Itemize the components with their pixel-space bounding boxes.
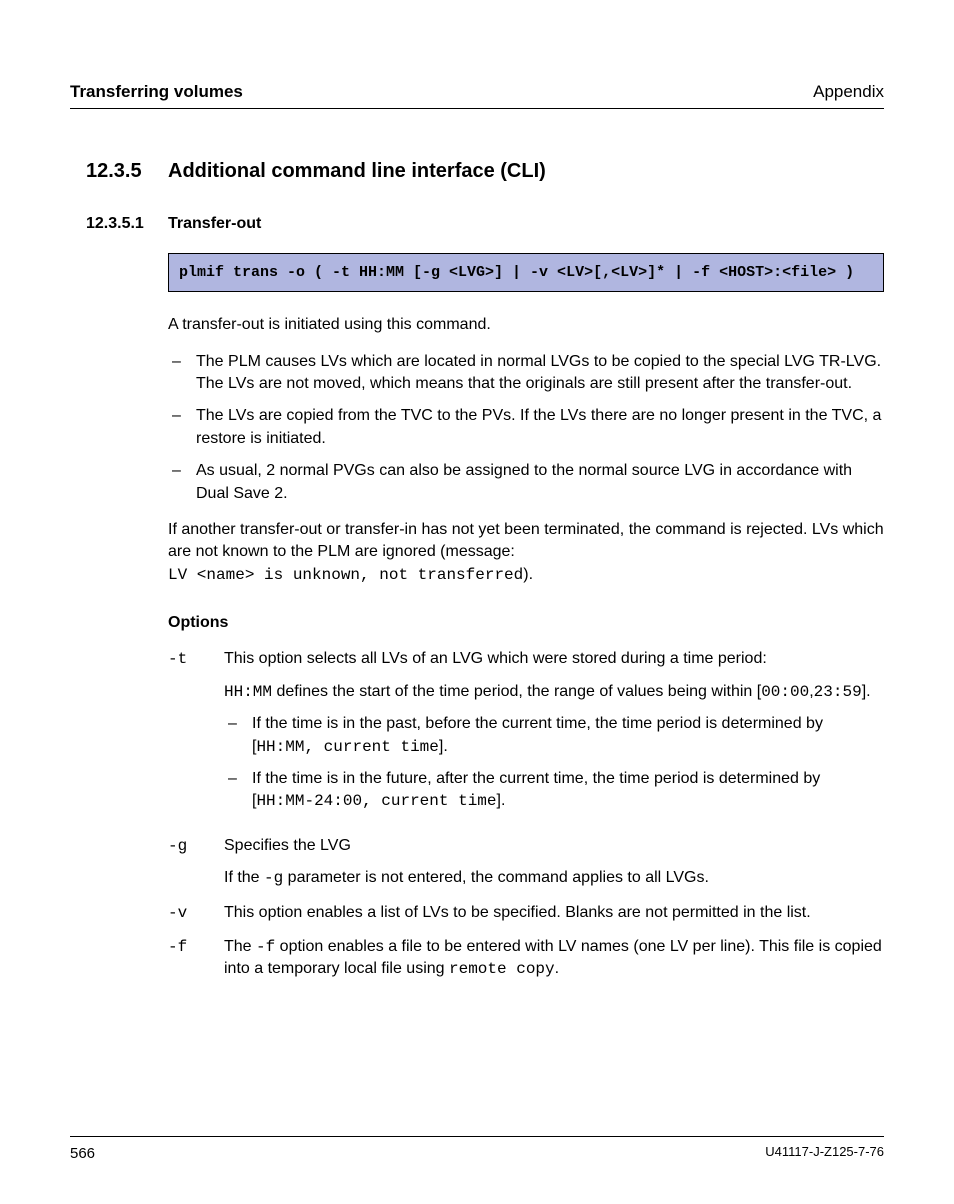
dash-icon: – <box>168 351 196 396</box>
option-flag: -g <box>168 835 224 890</box>
section-number: 12.3.5 <box>86 157 168 185</box>
subsection-heading: 12.3.5.1 Transfer-out <box>86 213 884 235</box>
nested-code: HH:MM-24:00, current time <box>256 792 496 810</box>
option-body: This option selects all LVs of an LVG wh… <box>224 648 884 822</box>
intro-paragraph: A transfer-out is initiated using this c… <box>168 314 884 336</box>
body-content: plmif trans -o ( -t HH:MM [-g <LVG>] | -… <box>168 253 884 981</box>
option-row-t: -t This option selects all LVs of an LVG… <box>168 648 884 822</box>
option-desc: This option enables a list of LVs to be … <box>224 902 884 924</box>
header-chapter: Appendix <box>813 80 884 104</box>
f-tail: . <box>555 960 559 977</box>
hhmm-text: defines the start of the time period, th… <box>272 683 761 700</box>
dash-icon: – <box>224 768 252 813</box>
list-item-text: The LVs are copied from the TVC to the P… <box>196 405 884 450</box>
rejection-line1: If another transfer-out or transfer-in h… <box>168 521 884 560</box>
dash-icon: – <box>168 460 196 505</box>
dash-icon: – <box>224 713 252 758</box>
g-sub-tail: parameter is not entered, the command ap… <box>283 869 709 886</box>
f-pre: The <box>224 938 256 955</box>
rejection-message-code: LV <name> is unknown, not transferred <box>168 566 523 584</box>
bullet-list: – The PLM causes LVs which are located i… <box>168 351 884 505</box>
range-end: 23:59 <box>814 683 862 701</box>
section-heading: 12.3.5 Additional command line interface… <box>86 157 884 185</box>
option-time-range: HH:MM defines the start of the time peri… <box>224 681 884 703</box>
option-nested-list: – If the time is in the past, before the… <box>224 713 884 813</box>
f-code1: -f <box>256 938 275 956</box>
dash-icon: – <box>168 405 196 450</box>
document-id: U41117-J-Z125-7-76 <box>765 1143 884 1164</box>
list-item-text: If the time is in the past, before the c… <box>252 713 884 758</box>
option-row-v: -v This option enables a list of LVs to … <box>168 902 884 924</box>
range-tail: ]. <box>862 683 871 700</box>
option-body: The -f option enables a file to be enter… <box>224 936 884 981</box>
option-body: Specifies the LVG If the -g parameter is… <box>224 835 884 890</box>
header-section-title: Transferring volumes <box>70 80 243 104</box>
option-flag: -v <box>168 902 224 924</box>
nested-tail: ]. <box>439 738 448 755</box>
subsection-title: Transfer-out <box>168 213 261 235</box>
page-footer: 566 U41117-J-Z125-7-76 <box>70 1136 884 1164</box>
list-item: – If the time is in the past, before the… <box>224 713 884 758</box>
option-desc: This option selects all LVs of an LVG wh… <box>224 648 884 670</box>
f-code2: remote copy <box>449 960 555 978</box>
option-g-sub: If the -g parameter is not entered, the … <box>224 867 884 889</box>
option-row-g: -g Specifies the LVG If the -g parameter… <box>168 835 884 890</box>
nested-tail: ]. <box>497 792 506 809</box>
page-number: 566 <box>70 1143 95 1164</box>
g-sub-code: -g <box>264 869 283 887</box>
nested-code: HH:MM, current time <box>256 738 438 756</box>
option-flag: -t <box>168 648 224 822</box>
subsection-number: 12.3.5.1 <box>86 213 168 235</box>
rejection-tail: ). <box>523 566 533 583</box>
list-item-text: If the time is in the future, after the … <box>252 768 884 813</box>
option-desc: Specifies the LVG <box>224 835 884 857</box>
range-start: 00:00 <box>761 683 809 701</box>
rejection-paragraph: If another transfer-out or transfer-in h… <box>168 519 884 586</box>
option-flag: -f <box>168 936 224 981</box>
g-sub-pre: If the <box>224 869 264 886</box>
list-item: – If the time is in the future, after th… <box>224 768 884 813</box>
hhmm-code: HH:MM <box>224 683 272 701</box>
command-syntax-box: plmif trans -o ( -t HH:MM [-g <LVG>] | -… <box>168 253 884 292</box>
options-heading: Options <box>168 612 884 634</box>
list-item-text: The PLM causes LVs which are located in … <box>196 351 884 396</box>
list-item: – As usual, 2 normal PVGs can also be as… <box>168 460 884 505</box>
page-header: Transferring volumes Appendix <box>70 80 884 109</box>
option-row-f: -f The -f option enables a file to be en… <box>168 936 884 981</box>
list-item: – The PLM causes LVs which are located i… <box>168 351 884 396</box>
list-item: – The LVs are copied from the TVC to the… <box>168 405 884 450</box>
option-body: This option enables a list of LVs to be … <box>224 902 884 924</box>
list-item-text: As usual, 2 normal PVGs can also be assi… <box>196 460 884 505</box>
section-title: Additional command line interface (CLI) <box>168 157 546 185</box>
